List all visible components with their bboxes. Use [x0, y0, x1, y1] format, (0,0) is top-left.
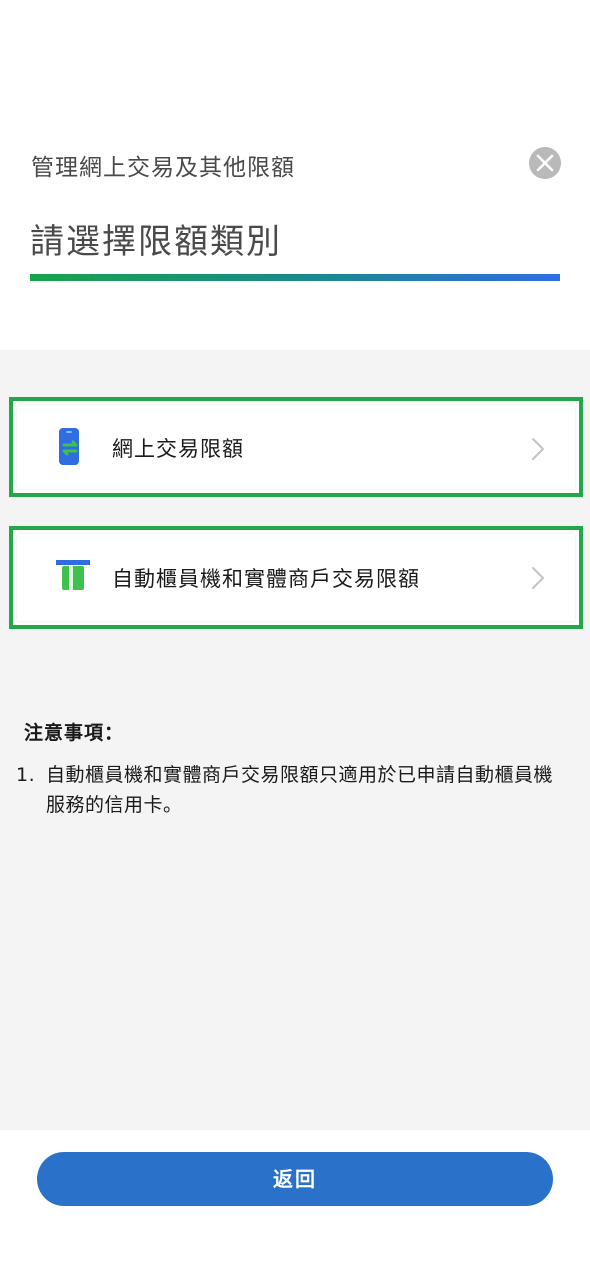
online-limit-option[interactable]: 網上交易限額 [9, 397, 583, 497]
header: 管理網上交易及其他限額 請選擇限額類別 [0, 0, 590, 350]
close-button[interactable] [529, 147, 561, 179]
header-divider [30, 274, 560, 281]
option-card: 自動櫃員機和實體商戶交易限額 [17, 534, 575, 621]
atm-merchant-limit-label: 自動櫃員機和實體商戶交易限額 [112, 567, 420, 591]
chevron-right-icon [531, 566, 545, 594]
atm-card-icon [56, 556, 90, 596]
online-limit-label: 網上交易限額 [112, 437, 244, 461]
content-area: 網上交易限額 自動櫃員機和實體商戶交易限額 注意事項： 1. 自動櫃員機和實體商… [0, 350, 590, 1130]
notes-title: 注意事項： [24, 722, 125, 744]
back-button[interactable]: 返回 [37, 1152, 553, 1206]
atm-merchant-limit-option[interactable]: 自動櫃員機和實體商戶交易限額 [9, 526, 583, 629]
note-number: 1. [16, 764, 36, 786]
phone-transfer-icon [56, 427, 84, 471]
note-item: 1. 自動櫃員機和實體商戶交易限額只適用於已申請自動櫃員機服務的信用卡。 [16, 760, 556, 820]
notes-list: 1. 自動櫃員機和實體商戶交易限額只適用於已申請自動櫃員機服務的信用卡。 [16, 760, 556, 820]
page-headline: 請選擇限額類別 [30, 222, 282, 262]
screen: 管理網上交易及其他限額 請選擇限額類別 網上交易限額 自動櫃員機和實體商戶交易限… [0, 0, 590, 1280]
close-icon [536, 154, 554, 172]
note-text: 自動櫃員機和實體商戶交易限額只適用於已申請自動櫃員機服務的信用卡。 [46, 764, 554, 816]
chevron-right-icon [531, 437, 545, 465]
header-title: 管理網上交易及其他限額 [31, 155, 295, 181]
footer: 返回 [0, 1130, 590, 1280]
option-card: 網上交易限額 [17, 405, 575, 489]
